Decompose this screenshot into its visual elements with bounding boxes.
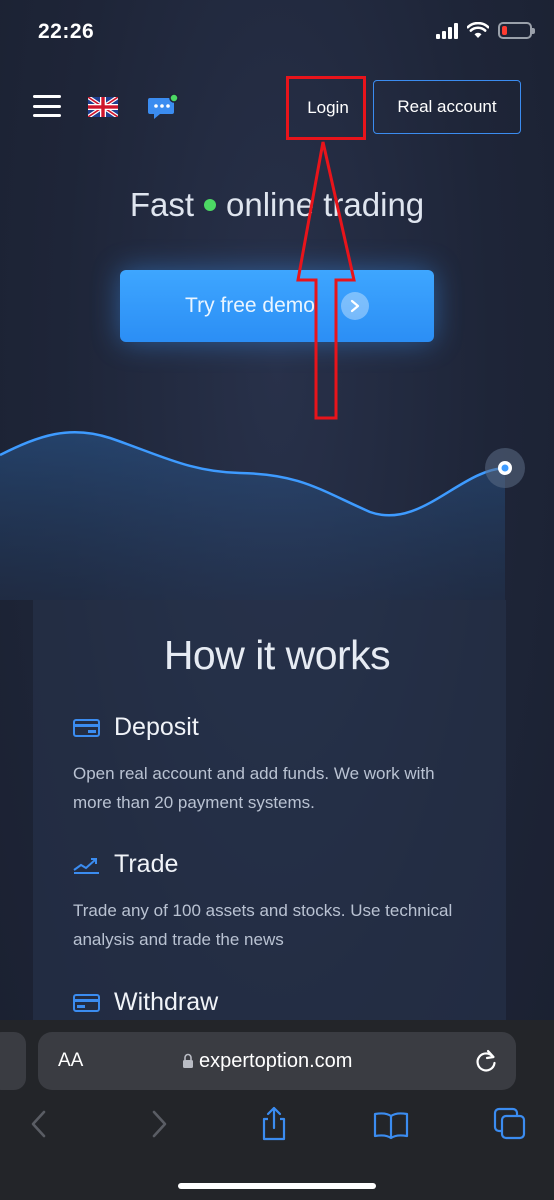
battery-icon xyxy=(498,22,535,39)
wifi-icon xyxy=(467,22,489,38)
previous-tab-preview[interactable] xyxy=(0,1032,26,1090)
hero-title-left: Fast xyxy=(129,186,195,223)
status-bar: 22:26 xyxy=(0,0,554,64)
status-time: 22:26 xyxy=(38,20,95,43)
real-account-button[interactable]: Real account xyxy=(373,80,521,134)
menu-icon[interactable] xyxy=(33,95,61,117)
reload-icon[interactable] xyxy=(474,1048,498,1074)
step-trade-title: Trade xyxy=(114,850,179,878)
login-button[interactable]: Login xyxy=(292,82,364,134)
try-free-demo-button[interactable]: Try free demo xyxy=(120,270,434,342)
share-icon[interactable] xyxy=(256,1106,292,1142)
step-deposit-title: Deposit xyxy=(114,713,199,741)
how-it-works-title: How it works xyxy=(163,632,391,678)
hero-title: Fast online trading xyxy=(0,186,554,224)
step-deposit: Deposit xyxy=(73,713,199,742)
step-trade: Trade xyxy=(73,850,178,879)
chat-icon[interactable] xyxy=(148,94,180,122)
lock-icon xyxy=(183,1053,193,1068)
withdraw-card-icon xyxy=(73,993,100,1012)
hero-title-right: online trading xyxy=(226,186,425,223)
try-free-demo-label: Try free demo xyxy=(185,294,315,317)
online-dot-icon xyxy=(204,199,217,212)
cellular-signal-icon xyxy=(436,22,458,39)
hero-chart-graphic xyxy=(0,430,525,600)
chevron-right-icon xyxy=(340,292,369,320)
url-text[interactable]: expertoption.com xyxy=(199,1050,352,1073)
home-indicator xyxy=(178,1183,376,1189)
deposit-card-icon xyxy=(73,718,100,737)
step-deposit-text: Open real account and add funds. We work… xyxy=(73,764,435,812)
trade-chart-icon xyxy=(73,857,99,874)
bookmarks-icon[interactable] xyxy=(373,1106,409,1142)
back-icon[interactable] xyxy=(22,1106,58,1142)
uk-flag-icon[interactable] xyxy=(88,97,118,117)
status-icons xyxy=(436,22,535,39)
forward-icon[interactable] xyxy=(140,1106,176,1142)
step-withdraw: Withdraw xyxy=(73,988,218,1017)
text-size-button[interactable]: AA xyxy=(58,1050,83,1072)
screen: 22:26 Login Real account Fast online tra… xyxy=(0,0,554,1200)
step-withdraw-title: Withdraw xyxy=(114,988,219,1016)
tabs-icon[interactable] xyxy=(492,1106,528,1142)
step-trade-text: Trade any of 100 assets and stocks. Use … xyxy=(73,901,453,949)
